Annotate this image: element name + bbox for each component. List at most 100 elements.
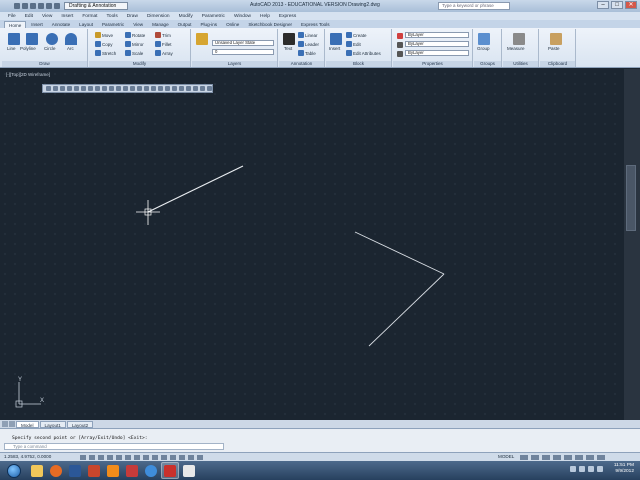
menu-edit[interactable]: Edit [25,14,33,19]
menu-window[interactable]: Window [234,14,251,19]
taskbar-explorer[interactable] [28,462,46,479]
paste-button[interactable]: Paste [548,46,560,51]
tab-insert[interactable]: Insert [27,21,47,28]
menu-view[interactable]: View [42,14,52,19]
polar-icon[interactable] [116,455,122,460]
clean-screen-icon[interactable] [597,455,605,460]
linetype-dropdown[interactable]: ByLayer [405,41,469,47]
block-panel-title[interactable]: Block [326,61,391,67]
redo-icon[interactable] [46,3,52,9]
tab-annotate[interactable]: Annotate [48,21,74,28]
menu-draw[interactable]: Draw [127,14,138,19]
linear-button[interactable]: Linear [298,32,318,38]
edit-attributes-button[interactable]: Edit Attributes [346,50,381,56]
move-button[interactable]: Move [95,32,113,38]
search-input[interactable]: Type a keyword or phrase [438,2,510,10]
clipboard-panel-title[interactable]: Clipboard [540,61,575,67]
infer-constraints-icon[interactable] [80,455,86,460]
menu-help[interactable]: Help [260,14,270,19]
start-button[interactable] [1,462,27,479]
menu-tools[interactable]: Tools [107,14,118,19]
array-button[interactable]: Array [155,50,173,56]
tab-layout[interactable]: Layout [75,21,97,28]
polyline-icon[interactable] [26,33,38,45]
tab-online[interactable]: Online [222,21,243,28]
menu-parametric[interactable]: Parametric [202,14,225,19]
leader-button[interactable]: Leader [298,41,319,47]
groups-panel-title[interactable]: Groups [474,61,501,67]
scale-button[interactable]: Scale [125,50,143,56]
drawn-line-lower[interactable] [368,273,445,347]
current-layer-dropdown[interactable]: 0 [212,49,274,55]
properties-panel-title[interactable]: Properties [393,61,472,67]
tab-sketchbook-designer[interactable]: Sketchbook Designer [244,21,296,28]
tab-manage[interactable]: Manage [148,21,173,28]
close-button[interactable]: ✕ [625,1,637,9]
command-input[interactable]: Type a command [4,443,224,450]
minimize-button[interactable]: – [597,1,609,9]
utilities-panel-title[interactable]: Utilities [503,61,538,67]
lwt-icon[interactable] [170,455,176,460]
create-block-button[interactable]: Create [346,32,367,38]
undo-icon[interactable] [38,3,44,9]
tray-icon-2[interactable] [579,466,585,472]
arc-icon[interactable] [65,33,77,45]
menu-format[interactable]: Format [82,14,97,19]
tab-nav-left-icon[interactable] [2,421,8,427]
tab-model[interactable]: Model [16,420,39,428]
save-icon[interactable] [30,3,36,9]
taskbar-word[interactable] [66,462,84,479]
osnap-icon[interactable] [125,455,131,460]
menu-dimension[interactable]: Dimension [147,14,170,19]
snap-icon[interactable] [89,455,95,460]
model-space-toggle[interactable]: MODEL [498,454,514,459]
taskbar-powerpoint[interactable] [85,462,103,479]
line-button[interactable]: Line [7,46,16,51]
taskbar-app-9[interactable] [180,462,198,479]
otrack-icon[interactable] [143,455,149,460]
plot-icon[interactable] [54,3,60,9]
taskbar-vlc[interactable] [104,462,122,479]
polyline-button[interactable]: Polyline [20,46,36,51]
measure-button[interactable]: Measure [507,46,525,51]
draw-panel-title[interactable]: Draw [2,61,87,67]
layers-panel-title[interactable]: Layers [192,61,277,67]
tpy-icon[interactable] [179,455,185,460]
tab-output[interactable]: Output [174,21,196,28]
ducs-icon[interactable] [152,455,158,460]
taskbar-clock[interactable]: 11:51 PM 9/9/2012 [614,463,634,475]
tab-express-tools[interactable]: Express Tools [297,21,334,28]
text-icon[interactable] [283,33,295,45]
open-icon[interactable] [22,3,28,9]
tray-icon-1[interactable] [570,466,576,472]
insert-button[interactable]: Insert [329,46,340,51]
layer-state-dropdown[interactable]: Unsaved Layer State [212,40,274,46]
quick-view-drawings-icon[interactable] [531,455,539,460]
layer-properties-icon[interactable] [196,33,208,45]
table-button[interactable]: Table [298,50,316,56]
menu-file[interactable]: File [8,14,16,19]
tab-view[interactable]: View [129,21,147,28]
edit-block-button[interactable]: Edit [346,41,361,47]
grid-icon[interactable] [98,455,104,460]
menu-modify[interactable]: Modify [179,14,193,19]
taskbar-ie[interactable] [142,462,160,479]
volume-icon[interactable] [597,466,603,472]
annotation-scale-icon[interactable] [542,455,550,460]
copy-button[interactable]: Copy [95,41,113,47]
taskbar-autocad[interactable] [161,462,179,479]
lineweight-dropdown[interactable]: ByLayer [405,50,469,56]
tray-icon-3[interactable] [588,466,594,472]
rotate-button[interactable]: Rotate [125,32,145,38]
tab-layout2[interactable]: Layout2 [66,420,94,428]
tab-layout1[interactable]: Layout1 [39,420,66,428]
isolate-objects-icon[interactable] [586,455,594,460]
tab-home[interactable]: Home [4,21,27,28]
stretch-button[interactable]: Stretch [95,50,116,56]
tab-parametric[interactable]: Parametric [98,21,128,28]
annotation-panel-title[interactable]: Annotation [279,61,324,67]
quick-view-layouts-icon[interactable] [520,455,528,460]
hardware-acceleration-icon[interactable] [575,455,583,460]
menu-insert[interactable]: Insert [61,14,73,19]
lock-icon[interactable] [564,455,572,460]
